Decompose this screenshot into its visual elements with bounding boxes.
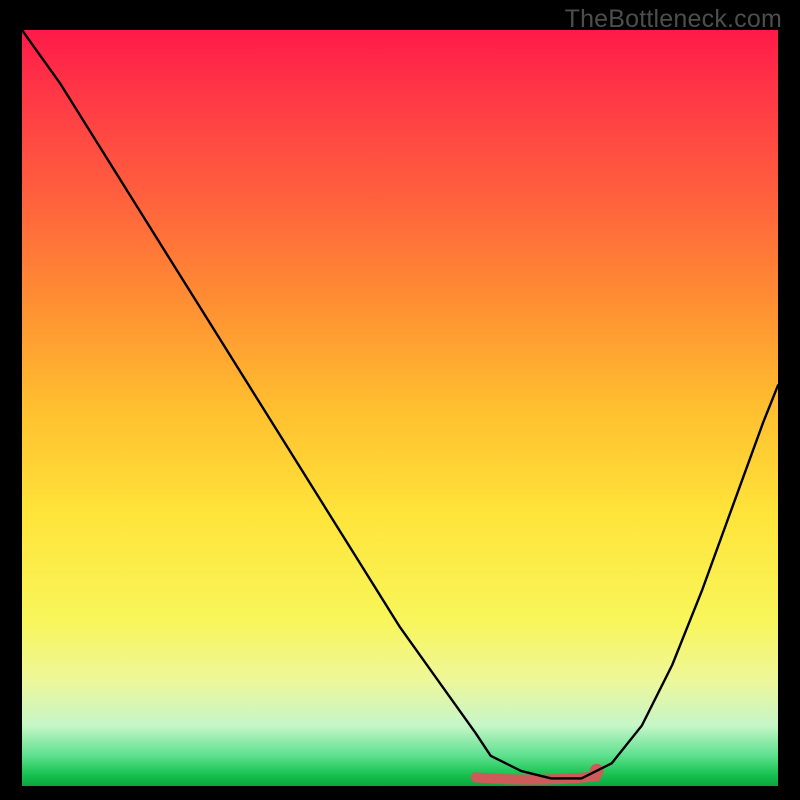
plot-area <box>22 30 778 786</box>
bottleneck-curve-line <box>22 30 778 778</box>
curve-svg <box>22 30 778 786</box>
chart-frame: TheBottleneck.com <box>0 0 800 800</box>
